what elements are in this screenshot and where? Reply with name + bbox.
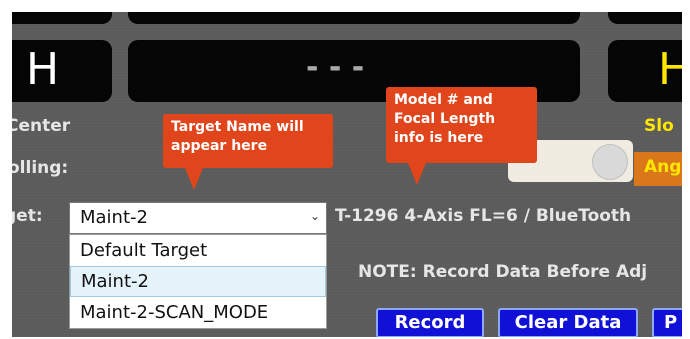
right-readout-value: H bbox=[658, 44, 682, 95]
record-button[interactable]: Record bbox=[376, 308, 484, 337]
dropdown-option-default-target[interactable]: Default Target bbox=[70, 235, 326, 266]
model-info-callout: Model # and Focal Length info is here bbox=[386, 87, 537, 185]
dropdown-option-maint-2-scan-mode[interactable]: Maint-2-SCAN_MODE bbox=[70, 297, 326, 328]
callout-arrow bbox=[185, 168, 203, 190]
angle-button-label: Ang bbox=[644, 157, 682, 177]
target-name-callout-text: Target Name will appear here bbox=[171, 119, 304, 154]
right-readout-display: H bbox=[608, 40, 682, 102]
center-label: Center bbox=[12, 116, 71, 136]
slope-label: Slo bbox=[644, 116, 674, 136]
top-right-display bbox=[608, 12, 682, 24]
chevron-down-icon: ⌄ bbox=[309, 209, 320, 223]
model-info-callout-text: Model # and Focal Length info is here bbox=[394, 92, 496, 146]
model-info-text: T-1296 4-Axis FL=6 / BlueTooth bbox=[335, 206, 632, 226]
target-label: get: bbox=[12, 206, 43, 226]
callout-arrow bbox=[408, 163, 426, 185]
note-text: NOTE: Record Data Before Adj bbox=[358, 262, 648, 282]
left-readout-value: H bbox=[26, 44, 60, 95]
partial-button[interactable]: P bbox=[652, 308, 682, 337]
toggle-knob[interactable] bbox=[592, 144, 628, 180]
target-name-callout: Target Name will appear here bbox=[163, 114, 333, 190]
clear-data-button[interactable]: Clear Data bbox=[498, 308, 638, 337]
target-select-value: Maint-2 bbox=[80, 207, 148, 228]
top-left-display bbox=[12, 12, 112, 24]
angle-button[interactable]: Ang bbox=[634, 152, 682, 186]
dropdown-option-maint-2[interactable]: Maint-2 bbox=[70, 266, 326, 297]
target-dropdown-list: Default Target Maint-2 Maint-2-SCAN_MODE bbox=[69, 234, 327, 329]
target-select[interactable]: Maint-2 ⌄ bbox=[69, 202, 327, 234]
rolling-label: olling: bbox=[12, 158, 69, 178]
left-readout-display: H bbox=[12, 40, 112, 102]
center-readout-value: - - - bbox=[306, 50, 365, 85]
top-center-display bbox=[128, 12, 580, 24]
